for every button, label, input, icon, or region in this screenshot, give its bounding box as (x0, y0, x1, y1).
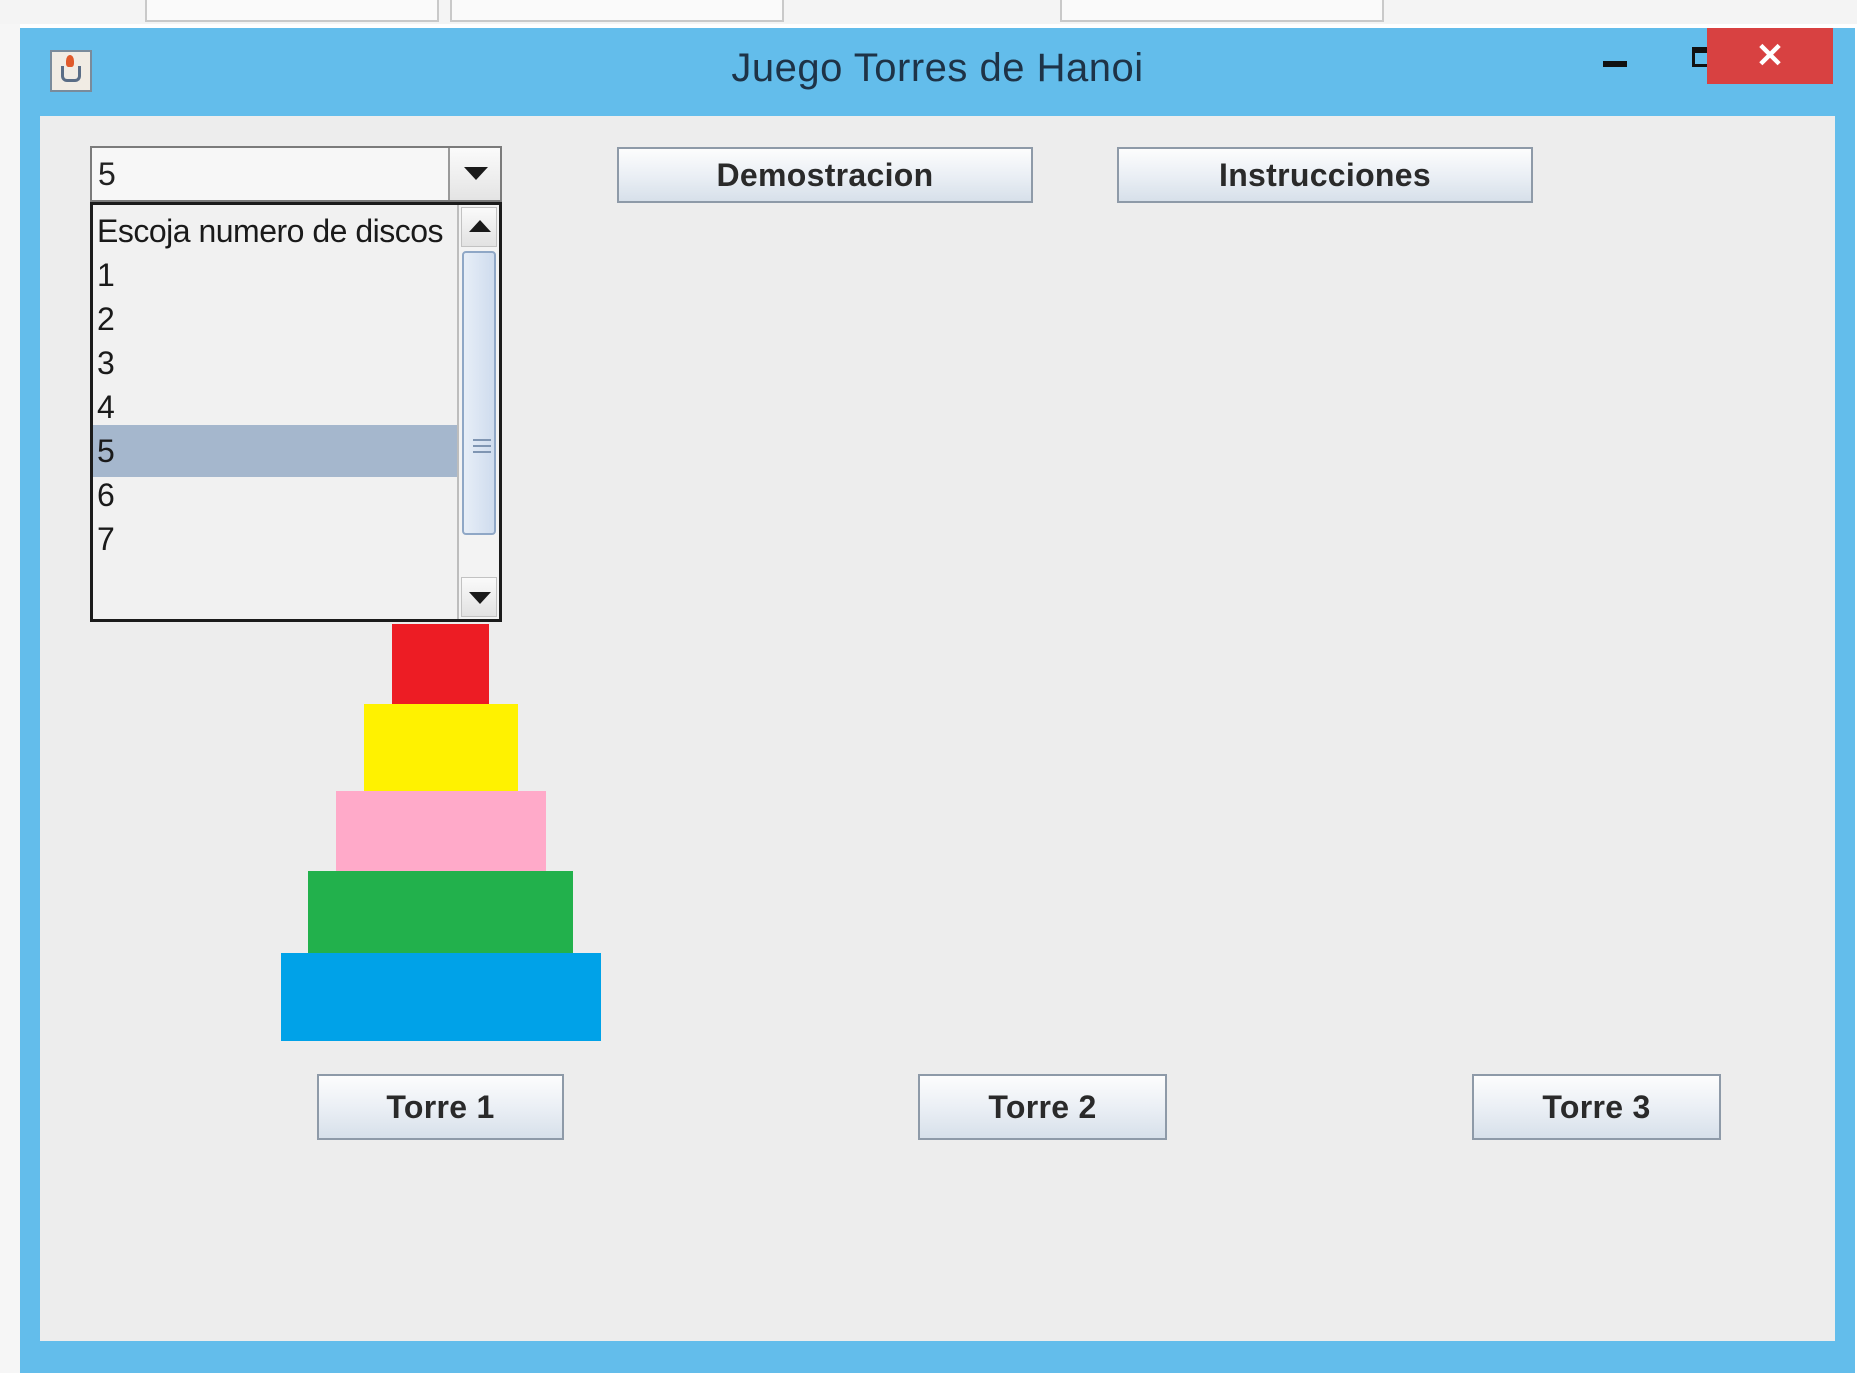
game-panel: 5 Escoja numero de discos 1 2 3 4 5 6 7 … (40, 116, 1835, 1341)
title-bar[interactable]: Juego Torres de Hanoi ✕ (20, 28, 1855, 116)
minimize-icon (1603, 61, 1627, 67)
close-icon: ✕ (1755, 37, 1785, 75)
tower-3-button[interactable]: Torre 3 (1472, 1074, 1721, 1140)
disc-count-combobox[interactable]: 5 (90, 146, 502, 202)
instructions-button[interactable]: Instrucciones (1117, 147, 1533, 203)
minimize-button[interactable] (1570, 28, 1660, 86)
disc-5 (281, 953, 601, 1041)
disc-3 (336, 791, 546, 871)
background-tab (1060, 0, 1384, 22)
chevron-down-icon[interactable] (448, 148, 500, 200)
disc-2 (364, 704, 518, 791)
desktop-background-strip (0, 0, 1857, 24)
scroll-down-arrow-icon[interactable] (461, 577, 497, 617)
desktop-left-edge (0, 24, 20, 1373)
demo-button[interactable]: Demostracion (617, 147, 1033, 203)
background-tab (450, 0, 784, 22)
tower-2-button[interactable]: Torre 2 (918, 1074, 1167, 1140)
app-window: Juego Torres de Hanoi ✕ 5 Escoja numero … (20, 28, 1855, 1373)
disc-count-dropdown-list[interactable]: Escoja numero de discos 1 2 3 4 5 6 7 (90, 202, 502, 622)
scroll-up-arrow-icon[interactable] (461, 207, 497, 247)
close-button[interactable]: ✕ (1707, 28, 1833, 84)
tower-1-button[interactable]: Torre 1 (317, 1074, 564, 1140)
dropdown-option-7[interactable]: 7 (93, 513, 459, 565)
disc-1 (392, 624, 489, 704)
scroll-thumb[interactable] (462, 251, 496, 535)
grip-icon (473, 439, 491, 453)
background-tab (145, 0, 439, 22)
disc-4 (308, 871, 573, 953)
disc-count-value: 5 (98, 156, 116, 192)
dropdown-scrollbar[interactable] (457, 205, 499, 619)
